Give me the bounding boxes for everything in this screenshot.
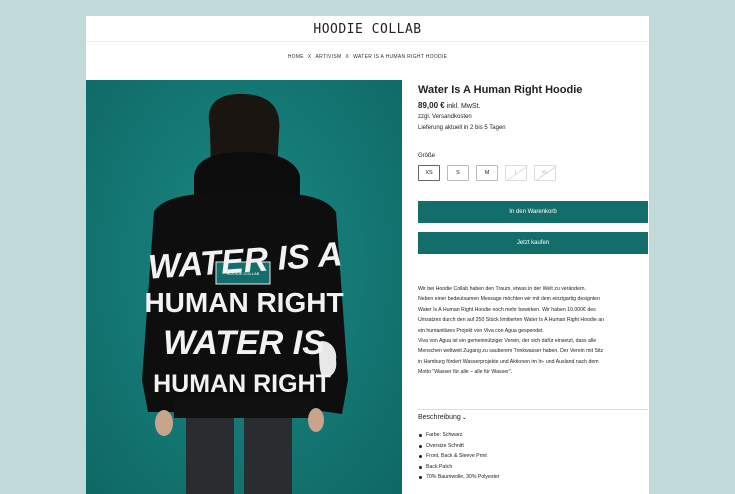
left-leg-shape: [186, 418, 234, 494]
add-to-cart-button[interactable]: In den Warenkorb: [418, 201, 648, 223]
description-line: Menschen weltweit Zugang zu sauberem Tri…: [418, 348, 604, 355]
product-description: Wir bei Hoodie Collab haben den Traum, e…: [418, 284, 649, 378]
feature-item: Oversize Schnitt: [419, 441, 500, 452]
feature-item: Front, Back & Sleeve Print: [419, 451, 500, 462]
right-hand-shape: [308, 408, 324, 432]
header-divider: [86, 41, 649, 42]
delivery-info: Lieferung aktuell in 2 bis 5 Tagen: [418, 125, 506, 131]
feature-list: Farbe: Schwarz Oversize Schnitt Front, B…: [418, 430, 500, 483]
shipping-link[interactable]: zzgl. Versandkosten: [418, 114, 472, 120]
product-title: Water Is A Human Right Hoodie: [418, 84, 583, 96]
description-line: Water Is A Human Right Hoodie noch mehr …: [418, 306, 596, 313]
feature-item: Back Patch: [419, 462, 500, 473]
description-line: ein humanitäres Projekt von Viva con Agu…: [418, 327, 544, 334]
breadcrumb-separator: X: [345, 54, 350, 60]
hoodie-photo: HOODIE COLLAB WATER IS A HUMAN RIGHT WAT…: [142, 93, 348, 494]
hoodie-text-line-3: WATER IS: [163, 324, 325, 362]
description-accordion-toggle[interactable]: Beschreibung⌄: [418, 414, 467, 421]
description-line: Viva von Agua ist ein gemeinnütziger Ver…: [418, 338, 597, 345]
description-line: Wir bei Hoodie Collab haben den Traum, e…: [418, 286, 587, 292]
hoodie-text-line-4: HUMAN RIGHT: [153, 370, 331, 398]
accordion-title-label: Beschreibung: [418, 414, 461, 421]
breadcrumb-separator: X: [307, 54, 312, 60]
hoodie-text-line-2: HUMAN RIGHT: [144, 287, 343, 318]
size-selector: XS S M L XL: [418, 165, 648, 181]
description-line: in Hamburg fördert Wasserprojekte und Ak…: [418, 358, 599, 365]
breadcrumb-home[interactable]: HOME: [288, 54, 304, 60]
size-option-s[interactable]: S: [447, 165, 469, 181]
product-price: 89,00 €: [418, 101, 445, 110]
size-option-xs[interactable]: XS: [418, 165, 440, 181]
product-page: HOODIE COLLAB HOME X ARTIVISM X WATER IS A H…: [86, 16, 649, 494]
breadcrumb-artivism[interactable]: ARTIVISM: [316, 54, 342, 60]
breadcrumb-current: WATER IS A HUMAN RIGHT HOODIE: [353, 54, 448, 60]
description-line: Umsatzes durch den auf 250 Stück limitie…: [418, 317, 605, 324]
tax-note: inkl. MwSt.: [446, 103, 481, 110]
hoodie-hem-shape: [174, 396, 314, 418]
size-option-xl[interactable]: XL: [534, 165, 556, 181]
site-logo[interactable]: HOODIE COLLAB: [86, 22, 649, 37]
description-line: Motto "Wasser für alle – alle für Wasser…: [418, 369, 513, 376]
product-image[interactable]: HOODIE COLLAB WATER IS A HUMAN RIGHT WAT…: [86, 80, 402, 494]
left-hand-shape: [155, 410, 173, 436]
right-leg-shape: [244, 418, 292, 494]
feature-item: Farbe: Schwarz: [419, 430, 500, 441]
buy-now-button[interactable]: Jetzt kaufen: [418, 232, 648, 254]
chevron-down-icon: ⌄: [461, 415, 467, 421]
price-line: 89,00 € inkl. MwSt.: [418, 101, 481, 110]
breadcrumb: HOME X ARTIVISM X WATER IS A HUMAN RIGHT HOO…: [86, 54, 649, 60]
description-divider: [418, 409, 648, 410]
size-option-l[interactable]: L: [505, 165, 527, 181]
description-line: Neben einer bedeutsamen Message möchten …: [418, 296, 600, 303]
size-option-m[interactable]: M: [476, 165, 498, 181]
feature-item: 70% Baumwolle, 30% Polyester: [419, 472, 500, 483]
size-label: Größe: [418, 153, 436, 159]
